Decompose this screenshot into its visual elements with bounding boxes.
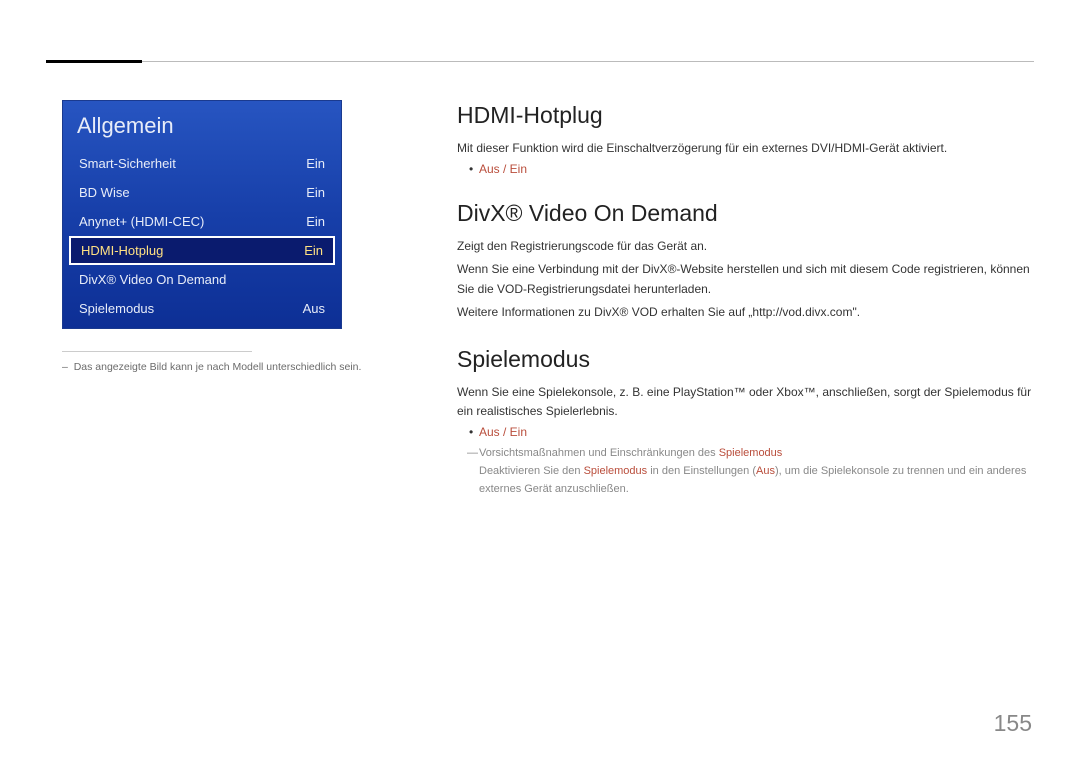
menu-item-label: Smart-Sicherheit [79, 156, 176, 171]
menu-item-bd-wise[interactable]: BD Wise Ein [63, 178, 341, 207]
header-accent [46, 60, 142, 63]
option-bullet: Aus / Ein [457, 425, 1034, 439]
menu-caption: – Das angezeigte Bild kann je nach Model… [62, 360, 362, 376]
menu-item-value: Ein [306, 185, 325, 200]
section-hdmi-hotplug: HDMI-Hotplug Mit dieser Funktion wird di… [457, 102, 1034, 176]
note-strong: Spielemodus [719, 447, 783, 459]
section-title: Spielemodus [457, 346, 1034, 373]
menu-item-label: BD Wise [79, 185, 130, 200]
section-desc: Mit dieser Funktion wird die Einschaltve… [457, 139, 1034, 158]
section-title: HDMI-Hotplug [457, 102, 1034, 129]
menu-item-value: Ein [306, 214, 325, 229]
menu-item-divx[interactable]: DivX® Video On Demand [63, 265, 341, 294]
menu-item-smart-sicherheit[interactable]: Smart-Sicherheit Ein [63, 149, 341, 178]
spiel-desc: Wenn Sie eine Spielekonsole, z. B. eine … [457, 383, 1034, 421]
menu-item-label: HDMI-Hotplug [81, 243, 163, 258]
sub-b: Spielemodus [584, 465, 648, 477]
menu-item-value: Ein [306, 156, 325, 171]
caption-divider [62, 351, 252, 352]
sub-c: in den Einstellungen ( [647, 465, 756, 477]
menu-item-label: Anynet+ (HDMI-CEC) [79, 214, 204, 229]
section-title: DivX® Video On Demand [457, 200, 1034, 227]
spiel-note-sub: Deaktivieren Sie den Spielemodus in den … [457, 463, 1034, 498]
section-spielemodus: Spielemodus Wenn Sie eine Spielekonsole,… [457, 346, 1034, 498]
divx-line1: Zeigt den Registrierungscode für das Ger… [457, 237, 1034, 256]
menu-title: Allgemein [63, 101, 341, 149]
menu-item-anynet[interactable]: Anynet+ (HDMI-CEC) Ein [63, 207, 341, 236]
menu-item-label: Spielemodus [79, 301, 154, 316]
sub-d: Aus [756, 465, 775, 477]
spiel-note: Vorsichtsmaßnahmen und Einschränkungen d… [457, 445, 1034, 463]
menu-item-label: DivX® Video On Demand [79, 272, 226, 287]
menu-item-hdmi-hotplug[interactable]: HDMI-Hotplug Ein [69, 236, 335, 265]
page-number: 155 [994, 710, 1032, 737]
divx-line3: Weitere Informationen zu DivX® VOD erhal… [457, 303, 1034, 322]
caption-text: Das angezeigte Bild kann je nach Modell … [74, 361, 362, 373]
option-value: Aus / Ein [479, 162, 527, 176]
divx-line2: Wenn Sie eine Verbindung mit der DivX®-W… [457, 260, 1034, 298]
note-prefix: Vorsichtsmaßnahmen und Einschränkungen d… [479, 447, 719, 459]
settings-menu-panel: Allgemein Smart-Sicherheit Ein BD Wise E… [62, 100, 342, 329]
menu-item-value: Aus [303, 301, 325, 316]
option-value: Aus / Ein [479, 425, 527, 439]
option-bullet: Aus / Ein [457, 162, 1034, 176]
menu-item-value: Ein [304, 243, 323, 258]
menu-item-spielemodus[interactable]: Spielemodus Aus [63, 294, 341, 328]
right-column: HDMI-Hotplug Mit dieser Funktion wird di… [362, 100, 1034, 723]
sub-a: Deaktivieren Sie den [479, 465, 584, 477]
section-divx: DivX® Video On Demand Zeigt den Registri… [457, 200, 1034, 322]
left-column: Allgemein Smart-Sicherheit Ein BD Wise E… [62, 100, 362, 723]
caption-dash: – [62, 361, 68, 373]
page-content: Allgemein Smart-Sicherheit Ein BD Wise E… [62, 100, 1034, 723]
header-rule [142, 61, 1034, 62]
